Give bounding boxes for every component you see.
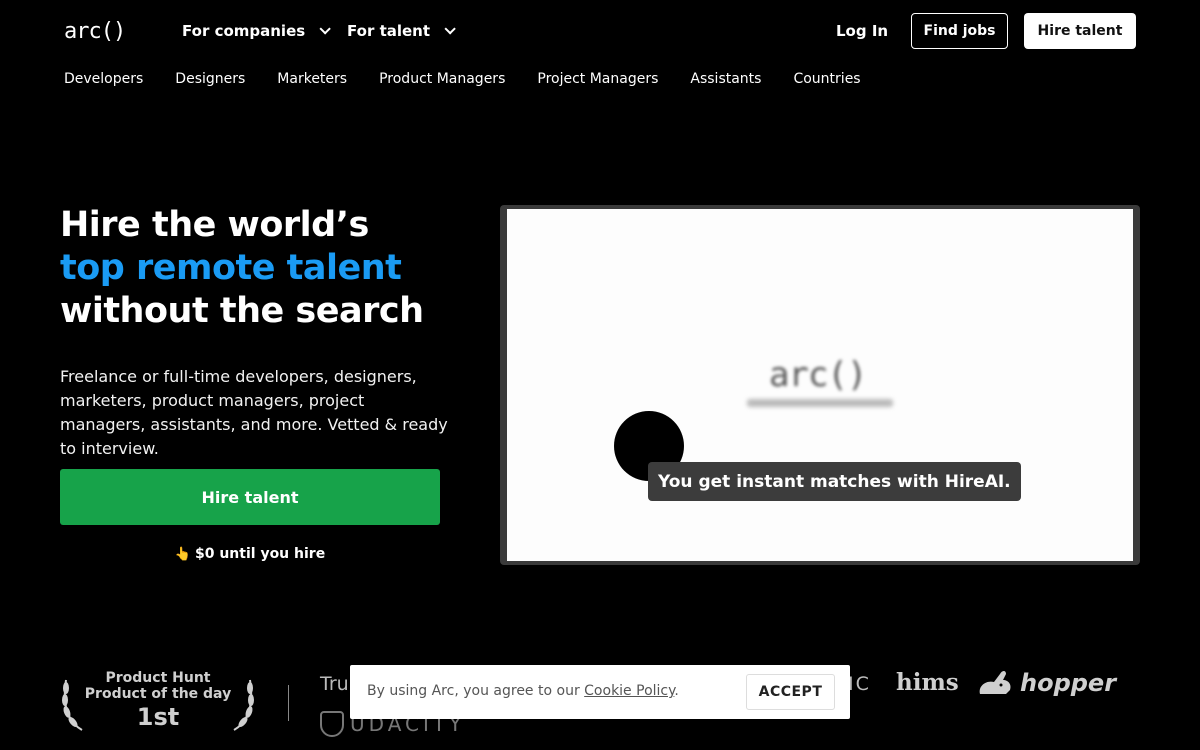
product-hunt-badge: Product Hunt Product of the day 1st (60, 670, 256, 736)
video-caption: You get instant matches with HireAI. (648, 462, 1021, 501)
laurel-icon (233, 679, 254, 731)
top-navbar: arc() For companies For talent Log In Fi… (0, 0, 1200, 62)
arc-logo[interactable]: arc() (64, 19, 126, 44)
subnav-item-product-managers[interactable]: Product Managers (379, 71, 505, 87)
pointing-hand-icon: 👆 (174, 547, 191, 562)
subnav-item-marketers[interactable]: Marketers (277, 71, 347, 87)
trusted-by-text: Tru (320, 673, 349, 695)
hire-talent-cta-button[interactable]: Hire talent (60, 469, 440, 525)
hero-description: Freelance or full-time developers, desig… (60, 367, 448, 458)
hero-title-line: Hire the world’s (60, 205, 369, 245)
hero-title-accent: top remote talent (60, 248, 402, 288)
menu-label: For companies (182, 22, 306, 40)
cookie-banner: By using Arc, you agree to our Cookie Po… (350, 665, 850, 719)
pricing-note: 👆 $0 until you hire (60, 546, 440, 562)
chevron-down-icon (319, 23, 331, 35)
hero-title: Hire the world’s top remote talent witho… (60, 204, 424, 333)
cookie-suffix: . (674, 683, 679, 699)
menu-label: For talent (347, 22, 431, 40)
find-jobs-button[interactable]: Find jobs (911, 13, 1008, 49)
cookie-message: By using Arc, you agree to our Cookie Po… (367, 683, 679, 699)
laurel-icon (62, 679, 83, 731)
video-blurred-tagline (747, 399, 893, 407)
accept-cookies-button[interactable]: ACCEPT (746, 674, 835, 710)
category-subnav: Developers Designers Marketers Product M… (64, 71, 861, 87)
hero-title-line: without the search (60, 291, 424, 331)
pricing-note-text: $0 until you hire (194, 546, 326, 562)
cookie-policy-link[interactable]: Cookie Policy (584, 683, 674, 699)
partial-company-logo: IC (848, 673, 871, 695)
hopper-logo: hopper (976, 668, 1116, 698)
menu-for-companies[interactable]: For companies (182, 22, 331, 40)
subnav-item-developers[interactable]: Developers (64, 71, 143, 87)
subnav-item-countries[interactable]: Countries (793, 71, 860, 87)
bunny-icon (979, 671, 1011, 694)
demo-video-player[interactable]: arc() You get instant matches with HireA… (500, 205, 1140, 565)
subnav-item-project-managers[interactable]: Project Managers (537, 71, 658, 87)
udacity-icon (320, 711, 344, 737)
video-screen: arc() You get instant matches with HireA… (507, 209, 1133, 561)
cookie-text: By using Arc, you agree to our (367, 683, 585, 699)
video-arc-logo: arc() (769, 355, 867, 395)
login-link[interactable]: Log In (836, 22, 888, 40)
menu-for-talent[interactable]: For talent (347, 22, 456, 40)
chevron-down-icon (444, 23, 456, 35)
subnav-item-assistants[interactable]: Assistants (690, 71, 761, 87)
trust-divider (288, 685, 289, 721)
subnav-item-designers[interactable]: Designers (175, 71, 245, 87)
hims-logo: hims (896, 669, 959, 696)
hopper-wordmark: hopper (1020, 669, 1117, 697)
hire-talent-header-button[interactable]: Hire talent (1024, 13, 1136, 49)
